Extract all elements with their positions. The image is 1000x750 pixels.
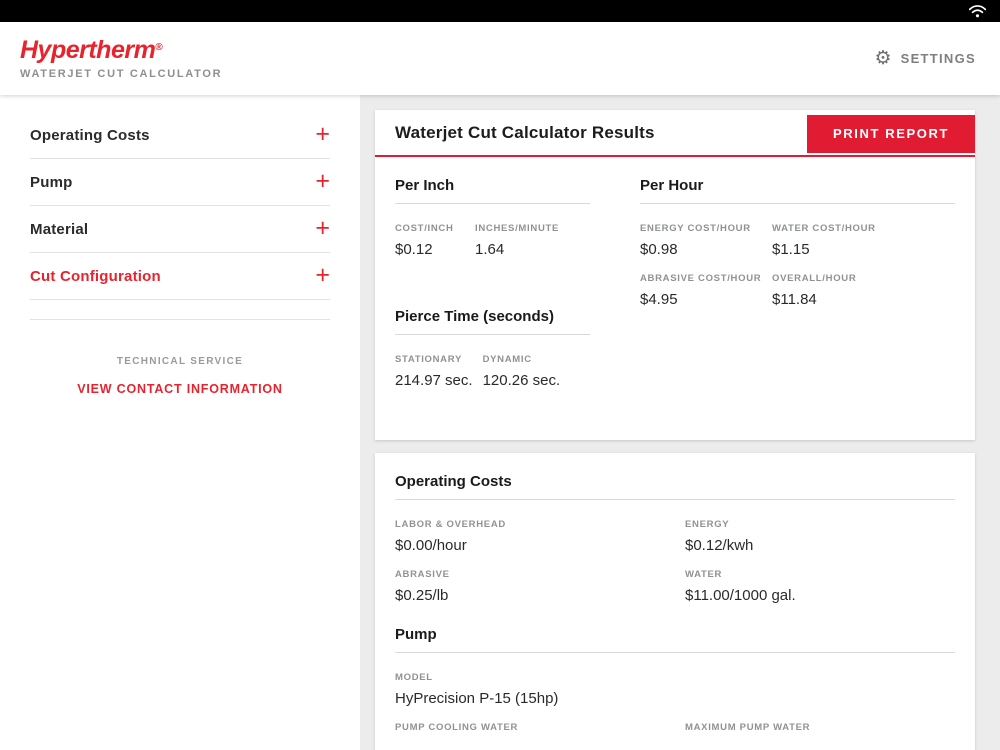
field-cost-per-inch: COST/INCH $0.12 xyxy=(395,223,475,258)
field-label: DYNAMIC xyxy=(482,354,532,365)
plus-icon[interactable]: + xyxy=(315,168,330,194)
main-panel: Waterjet Cut Calculator Results PRINT RE… xyxy=(360,95,1000,750)
field-label: COST/INCH xyxy=(395,223,454,234)
app-subtitle: WATERJET CUT CALCULATOR xyxy=(20,67,223,80)
section-divider xyxy=(395,652,955,653)
field-value: HyPrecision P-15 (15hp) xyxy=(395,690,559,707)
field-stationary: STATIONARY 214.97 sec. xyxy=(395,354,483,389)
field-value: $1.15 xyxy=(772,241,810,258)
field-label: LABOR & OVERHEAD xyxy=(395,519,506,530)
field-label: INCHES/MINUTE xyxy=(475,223,560,234)
field-value: $11.84 xyxy=(772,291,817,308)
sidebar: Operating Costs + Pump + Material + Cut … xyxy=(0,95,360,750)
technical-service-label: TECHNICAL SERVICE xyxy=(116,356,244,367)
field-label: WATER xyxy=(685,569,723,580)
field-pump-model: MODEL HyPrecision P-15 (15hp) xyxy=(395,672,955,707)
summary-card: Operating Costs LABOR & OVERHEAD $0.00/h… xyxy=(375,453,975,750)
field-abrasive: ABRASIVE $0.25/lb xyxy=(395,569,685,604)
sidebar-divider xyxy=(30,300,330,320)
field-labor-overhead: LABOR & OVERHEAD $0.00/hour xyxy=(395,519,685,554)
operating-costs-title: Operating Costs xyxy=(395,473,512,490)
hypertherm-logo: Hypertherm® xyxy=(20,35,163,64)
sidebar-item-cut-configuration[interactable]: Cut Configuration + xyxy=(30,253,330,300)
results-card-header: Waterjet Cut Calculator Results PRINT RE… xyxy=(375,110,975,155)
field-overall-hour: OVERALL/HOUR $11.84 xyxy=(772,273,955,308)
wifi-icon xyxy=(969,4,986,18)
sidebar-item-label: Cut Configuration xyxy=(30,267,161,285)
system-status-bar xyxy=(0,0,1000,22)
pump-title: Pump xyxy=(395,626,437,643)
field-pump-cooling-water: PUMP COOLING WATER xyxy=(395,722,685,733)
gear-icon: ⚙ xyxy=(874,47,892,69)
per-hour-fields: ENERGY COST/HOUR $0.98 WATER COST/HOUR $… xyxy=(640,223,955,308)
field-abrasive-cost-hour: ABRASIVE COST/HOUR $4.95 xyxy=(640,273,772,308)
operating-costs-fields: LABOR & OVERHEAD $0.00/hour ENERGY $0.12… xyxy=(395,519,955,604)
field-label: PUMP COOLING WATER xyxy=(395,722,519,733)
app-header: Hypertherm® WATERJET CUT CALCULATOR ⚙ SE… xyxy=(0,22,1000,95)
field-value: $0.12 xyxy=(395,241,433,258)
field-value: $0.25/lb xyxy=(395,587,449,604)
field-value: $0.98 xyxy=(640,241,678,258)
field-label: ABRASIVE COST/HOUR xyxy=(640,273,762,284)
field-water-cost-hour: WATER COST/HOUR $1.15 xyxy=(772,223,955,258)
field-value: 1.64 xyxy=(475,241,505,258)
sidebar-item-label: Material xyxy=(30,220,89,238)
pierce-time-fields: STATIONARY 214.97 sec. DYNAMIC 120.26 se… xyxy=(395,354,590,389)
pierce-time-title: Pierce Time (seconds) xyxy=(395,308,554,325)
view-contact-information-link[interactable]: VIEW CONTACT INFORMATION xyxy=(77,382,283,396)
field-label: ENERGY COST/HOUR xyxy=(640,223,751,234)
brand-block: Hypertherm® WATERJET CUT CALCULATOR xyxy=(20,35,223,80)
plus-icon[interactable]: + xyxy=(315,121,330,147)
field-energy-cost-hour: ENERGY COST/HOUR $0.98 xyxy=(640,223,772,258)
field-inches-per-minute: INCHES/MINUTE 1.64 xyxy=(475,223,569,258)
plus-icon[interactable]: + xyxy=(315,215,330,241)
print-report-button[interactable]: PRINT REPORT xyxy=(807,114,975,153)
pump-fields: PUMP COOLING WATER MAXIMUM PUMP WATER xyxy=(395,722,955,733)
field-label: ENERGY xyxy=(685,519,730,530)
settings-label: SETTINGS xyxy=(900,51,976,66)
pierce-time-section: Pierce Time (seconds) STATIONARY 214.97 … xyxy=(395,308,590,389)
field-energy: ENERGY $0.12/kwh xyxy=(685,519,955,554)
field-value: $0.12/kwh xyxy=(685,537,754,554)
sidebar-item-label: Operating Costs xyxy=(30,126,150,144)
field-value: 120.26 sec. xyxy=(482,372,561,389)
field-label: OVERALL/HOUR xyxy=(772,273,857,284)
settings-button[interactable]: ⚙ SETTINGS xyxy=(875,49,976,68)
field-label: WATER COST/HOUR xyxy=(772,223,876,234)
sidebar-item-pump[interactable]: Pump + xyxy=(30,159,330,206)
field-dynamic: DYNAMIC 120.26 sec. xyxy=(483,354,571,389)
content-area: Operating Costs + Pump + Material + Cut … xyxy=(0,95,1000,750)
field-label: MODEL xyxy=(395,672,433,683)
field-label: ABRASIVE xyxy=(395,569,450,580)
field-value: 214.97 sec. xyxy=(395,372,473,389)
field-value: $4.95 xyxy=(640,291,678,308)
sidebar-footer: TECHNICAL SERVICE VIEW CONTACT INFORMATI… xyxy=(30,356,330,398)
field-water: WATER $11.00/1000 gal. xyxy=(685,569,955,604)
section-divider xyxy=(640,203,955,204)
results-title: Waterjet Cut Calculator Results xyxy=(395,122,655,142)
per-hour-title: Per Hour xyxy=(640,177,704,194)
pump-section: Pump MODEL HyPrecision P-15 (15hp) PUMP … xyxy=(395,626,955,733)
field-value: $0.00/hour xyxy=(395,537,467,554)
field-maximum-pump-water: MAXIMUM PUMP WATER xyxy=(685,722,955,733)
per-inch-fields: COST/INCH $0.12 INCHES/MINUTE 1.64 xyxy=(395,223,590,258)
section-divider xyxy=(395,203,590,204)
plus-icon[interactable]: + xyxy=(315,262,330,288)
registered-mark: ® xyxy=(155,41,163,53)
field-value: $11.00/1000 gal. xyxy=(685,587,796,604)
section-divider xyxy=(395,334,590,335)
field-label: MAXIMUM PUMP WATER xyxy=(685,722,811,733)
results-card: Waterjet Cut Calculator Results PRINT RE… xyxy=(375,110,975,440)
section-divider xyxy=(395,499,955,500)
field-label: STATIONARY xyxy=(395,354,462,365)
per-inch-title: Per Inch xyxy=(395,177,455,194)
sidebar-item-label: Pump xyxy=(30,173,73,191)
sidebar-item-operating-costs[interactable]: Operating Costs + xyxy=(30,112,330,159)
sidebar-item-material[interactable]: Material + xyxy=(30,206,330,253)
